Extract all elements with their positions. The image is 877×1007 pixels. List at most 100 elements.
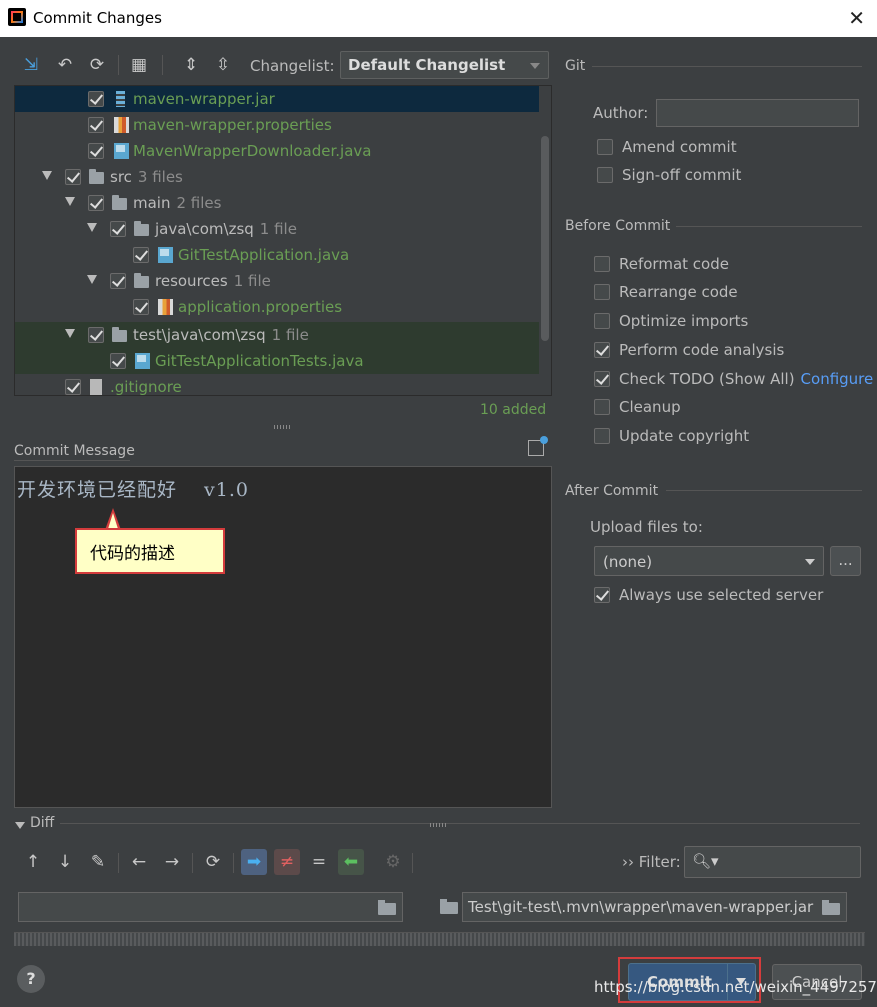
check-todo-label[interactable]: Check TODO (Show All) Configure — [619, 370, 873, 388]
previous-difference-icon[interactable]: ↑ — [20, 849, 46, 875]
settings-icon[interactable]: ⚙ — [380, 849, 406, 875]
folder-icon — [134, 221, 149, 236]
splitter-handle[interactable] — [274, 425, 292, 429]
sign-off-commit-label[interactable]: Sign-off commit — [622, 166, 741, 184]
file-checkbox[interactable] — [88, 117, 104, 133]
folder-checkbox[interactable] — [88, 195, 104, 211]
sign-off-commit-checkbox[interactable] — [597, 167, 613, 183]
file-checkbox[interactable] — [88, 91, 104, 107]
tree-row[interactable]: .gitignore — [15, 374, 539, 396]
optimize-imports-label[interactable]: Optimize imports — [619, 312, 748, 330]
always-use-server-label[interactable]: Always use selected server — [619, 586, 823, 604]
file-checkbox[interactable] — [133, 247, 149, 263]
folder-name: test\java\com\zsq 1 file — [133, 326, 309, 344]
collapse-all-icon[interactable]: ⇳ — [212, 54, 234, 76]
expand-all-icon[interactable]: ⇕ — [180, 54, 202, 76]
equal-icon[interactable]: = — [306, 849, 332, 875]
tree-row[interactable]: test\java\com\zsq 1 file — [15, 322, 539, 348]
optimize-imports-checkbox[interactable] — [594, 313, 610, 329]
collapse-diff-icon[interactable] — [15, 822, 25, 829]
reformat-code-label[interactable]: Reformat code — [619, 255, 729, 273]
code-analysis-label[interactable]: Perform code analysis — [619, 341, 784, 359]
code-analysis-checkbox[interactable] — [594, 342, 610, 358]
expand-caret-icon[interactable] — [87, 223, 97, 232]
folder-checkbox[interactable] — [110, 221, 126, 237]
search-icon: 🔍︎▾ — [692, 852, 719, 870]
file-checkbox[interactable] — [65, 379, 81, 395]
refresh-icon[interactable]: ⟳ — [86, 54, 108, 76]
show-diff-icon[interactable]: ⇲ — [20, 54, 42, 76]
amend-commit-checkbox[interactable] — [597, 139, 613, 155]
apply-left-icon[interactable]: ⬅ — [338, 849, 364, 875]
edit-source-icon[interactable]: ✎ — [85, 849, 111, 875]
refresh-diff-icon[interactable]: ⟳ — [200, 849, 226, 875]
before-commit-title: Before Commit — [565, 218, 671, 234]
group-by-icon[interactable]: ▦ — [128, 54, 150, 76]
expand-caret-icon[interactable] — [65, 329, 75, 338]
check-todo-checkbox[interactable] — [594, 371, 610, 387]
update-copyright-label[interactable]: Update copyright — [619, 427, 749, 445]
commit-history-icon[interactable] — [528, 436, 548, 456]
java-file-icon — [158, 247, 173, 263]
cleanup-checkbox[interactable] — [594, 399, 610, 415]
filter-input[interactable]: 🔍︎▾ — [684, 846, 861, 878]
changes-summary: 10 added — [480, 402, 547, 418]
author-input[interactable] — [656, 99, 859, 127]
rearrange-code-label[interactable]: Rearrange code — [619, 283, 738, 301]
rearrange-code-checkbox[interactable] — [594, 284, 610, 300]
tree-row[interactable]: maven-wrapper.jar — [15, 86, 539, 112]
tree-row[interactable]: java\com\zsq 1 file — [15, 216, 539, 242]
amend-commit-label[interactable]: Amend commit — [622, 138, 737, 156]
upload-server-select[interactable]: (none) — [594, 546, 824, 576]
commit-message-input[interactable]: 开发环境已经配好 v1.0 — [14, 466, 552, 808]
changelist-select[interactable]: Default Changelist — [340, 51, 549, 79]
diff-scrollbar[interactable] — [14, 932, 865, 946]
file-name: maven-wrapper.jar — [133, 90, 275, 108]
tree-row[interactable]: resources 1 file — [15, 268, 539, 294]
close-icon[interactable]: ✕ — [848, 6, 865, 30]
left-path-field[interactable] — [18, 892, 403, 922]
folder-checkbox[interactable] — [65, 169, 81, 185]
divider — [592, 66, 862, 67]
reformat-code-checkbox[interactable] — [594, 256, 610, 272]
file-checkbox[interactable] — [88, 143, 104, 159]
folder-checkbox[interactable] — [110, 273, 126, 289]
tree-row[interactable]: application.properties — [15, 294, 539, 320]
file-checkbox[interactable] — [133, 299, 149, 315]
cleanup-label[interactable]: Cleanup — [619, 398, 681, 416]
tree-row[interactable]: src 3 files — [15, 164, 539, 190]
tree-row[interactable]: main 2 files — [15, 190, 539, 216]
folder-icon[interactable] — [378, 900, 396, 915]
not-equal-icon[interactable]: ≠ — [274, 849, 300, 875]
changed-files-tree: maven-wrapper.jar maven-wrapper.properti… — [14, 85, 552, 396]
tree-row[interactable]: MavenWrapperDownloader.java — [15, 138, 539, 164]
file-checkbox[interactable] — [110, 353, 126, 369]
tree-row[interactable]: maven-wrapper.properties — [15, 112, 539, 138]
splitter-handle[interactable] — [430, 823, 448, 827]
tree-row[interactable]: GitTestApplication.java — [15, 242, 539, 268]
right-path-field[interactable]: Test\git-test\.mvn\wrapper\maven-wrapper… — [462, 892, 847, 922]
folder-name: main 2 files — [133, 194, 222, 212]
browse-servers-button[interactable]: ... — [830, 546, 861, 576]
intellij-icon — [8, 8, 26, 26]
apply-right-icon[interactable]: ➡ — [241, 849, 267, 875]
help-button[interactable]: ? — [17, 965, 45, 993]
expand-caret-icon[interactable] — [87, 275, 97, 284]
rollback-icon[interactable]: ↶ — [54, 54, 76, 76]
git-section-title: Git — [565, 58, 586, 74]
folder-checkbox[interactable] — [88, 327, 104, 343]
configure-link[interactable]: Configure — [801, 370, 874, 388]
diff-section-title[interactable]: Diff — [30, 815, 54, 831]
file-name: .gitignore — [110, 378, 182, 396]
update-copyright-checkbox[interactable] — [594, 428, 610, 444]
folder-icon[interactable] — [822, 900, 840, 915]
always-use-server-checkbox[interactable] — [594, 587, 610, 603]
expand-caret-icon[interactable] — [42, 171, 52, 180]
folder-name: resources 1 file — [155, 272, 271, 290]
tree-row[interactable]: GitTestApplicationTests.java — [15, 348, 539, 374]
tree-scrollbar[interactable] — [541, 136, 549, 341]
next-file-icon[interactable]: → — [159, 849, 185, 875]
next-difference-icon[interactable]: ↓ — [52, 849, 78, 875]
expand-caret-icon[interactable] — [65, 197, 75, 206]
previous-file-icon[interactable]: ← — [126, 849, 152, 875]
